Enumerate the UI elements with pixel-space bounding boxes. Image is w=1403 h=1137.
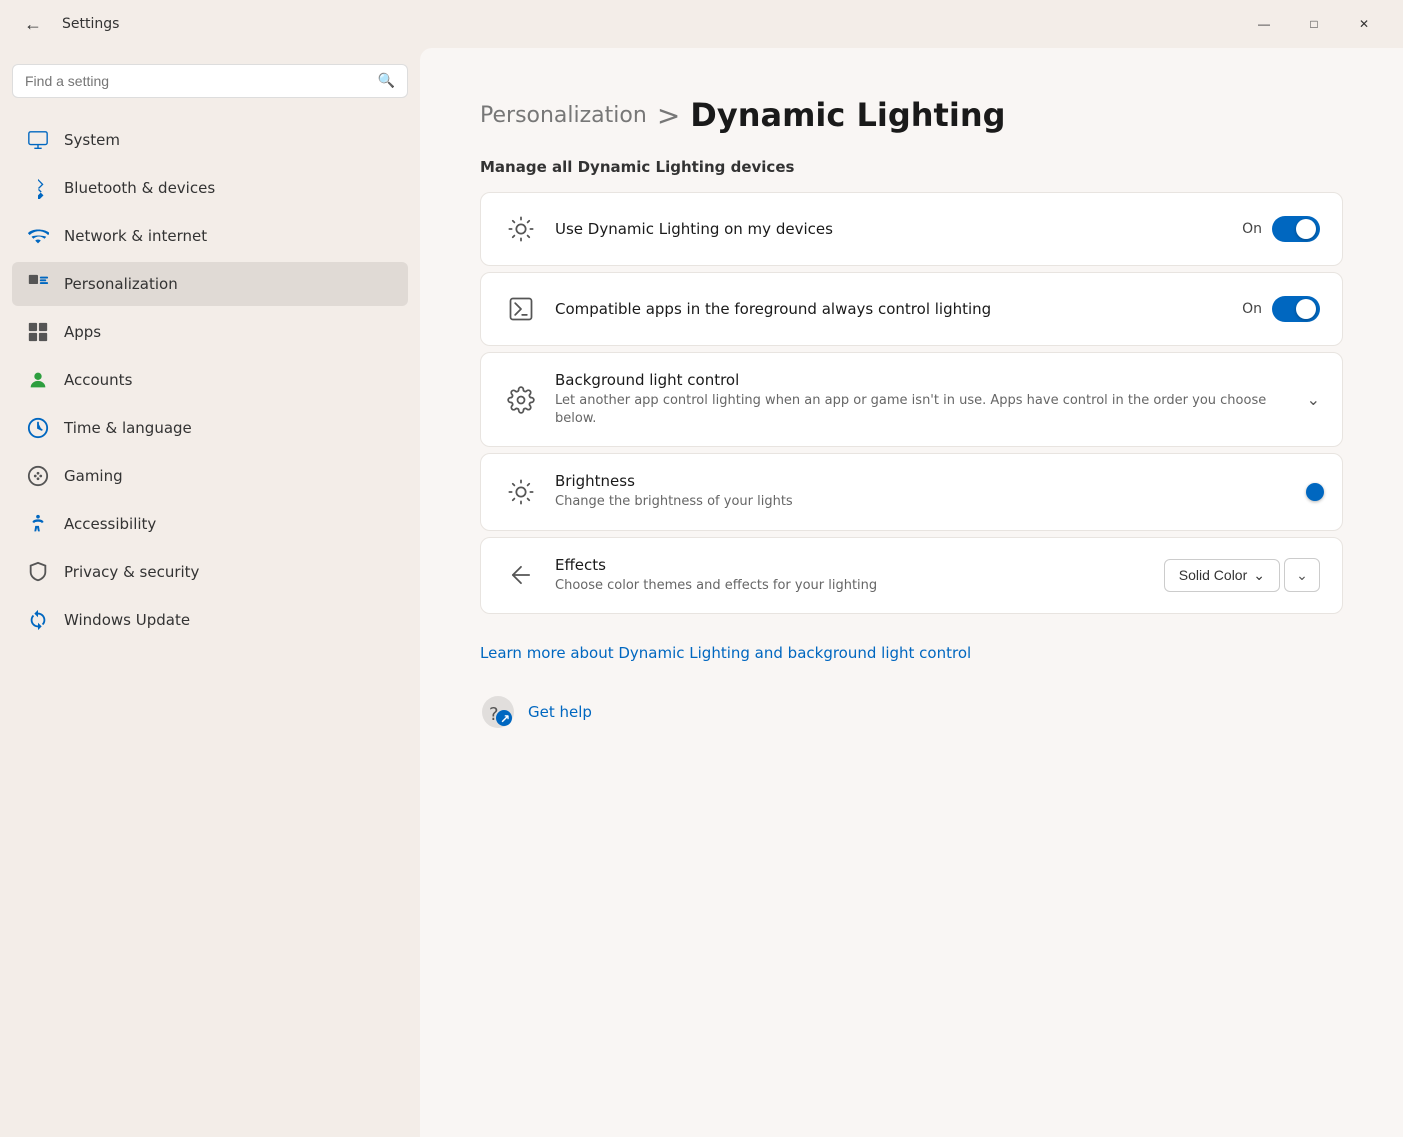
background-control-card: Background light control Let another app… — [480, 352, 1343, 447]
background-control-content: Background light control Let another app… — [555, 371, 1291, 428]
accounts-icon — [26, 368, 50, 392]
sidebar-item-label-accounts: Accounts — [64, 371, 132, 389]
compatible-apps-status: On — [1242, 301, 1262, 317]
compatible-apps-right: On — [1242, 296, 1320, 322]
sidebar-item-label-accessibility: Accessibility — [64, 515, 156, 533]
sidebar-item-system[interactable]: System — [12, 118, 408, 162]
brightness-icon — [503, 474, 539, 510]
brightness-title: Brightness — [555, 472, 1304, 490]
dynamic-lighting-status: On — [1242, 221, 1262, 237]
compatible-apps-content: Compatible apps in the foreground always… — [555, 300, 1226, 318]
compatible-apps-icon — [503, 291, 539, 327]
sidebar-item-label-privacy: Privacy & security — [64, 563, 199, 581]
app-title: Settings — [62, 16, 119, 32]
sidebar-item-label-gaming: Gaming — [64, 467, 123, 485]
content-area: Personalization > Dynamic Lighting Manag… — [420, 48, 1403, 1137]
effects-content: Effects Choose color themes and effects … — [555, 556, 1148, 595]
gaming-icon — [26, 464, 50, 488]
effects-right: Solid Color ⌄ ⌄ — [1164, 558, 1320, 592]
network-icon — [26, 224, 50, 248]
accessibility-icon — [26, 512, 50, 536]
effects-selected-value: Solid Color — [1179, 567, 1247, 583]
sidebar-item-update[interactable]: Windows Update — [12, 598, 408, 642]
maximize-button[interactable]: □ — [1291, 8, 1337, 40]
get-help-section: ? ↗ Get help — [480, 694, 1343, 730]
search-icon: 🔍 — [378, 73, 395, 89]
dynamic-lighting-content: Use Dynamic Lighting on my devices — [555, 220, 1226, 238]
learn-more-link[interactable]: Learn more about Dynamic Lighting and ba… — [480, 644, 971, 662]
effects-desc: Choose color themes and effects for your… — [555, 577, 1148, 595]
brightness-desc: Change the brightness of your lights — [555, 493, 1304, 511]
sidebar-item-accounts[interactable]: Accounts — [12, 358, 408, 402]
sidebar-item-time[interactable]: Time & language — [12, 406, 408, 450]
sidebar-item-label-update: Windows Update — [64, 611, 190, 629]
app-layout: 🔍 System Bluetooth & devices — [0, 48, 1403, 1137]
sidebar-item-network[interactable]: Network & internet — [12, 214, 408, 258]
sidebar: 🔍 System Bluetooth & devices — [0, 48, 420, 1137]
sidebar-item-label-bluetooth: Bluetooth & devices — [64, 179, 215, 197]
section-title: Manage all Dynamic Lighting devices — [480, 158, 1343, 176]
compatible-apps-toggle[interactable] — [1272, 296, 1320, 322]
get-help-link[interactable]: Get help — [528, 703, 592, 721]
sidebar-item-gaming[interactable]: Gaming — [12, 454, 408, 498]
sidebar-item-label-system: System — [64, 131, 120, 149]
effects-icon — [503, 557, 539, 593]
search-box[interactable]: 🔍 — [12, 64, 408, 98]
apps-icon — [26, 320, 50, 344]
minimize-button[interactable]: — — [1241, 8, 1287, 40]
brightness-slider-thumb[interactable] — [1306, 483, 1324, 501]
sidebar-item-apps[interactable]: Apps — [12, 310, 408, 354]
search-input[interactable] — [25, 73, 370, 89]
update-icon — [26, 608, 50, 632]
sidebar-item-label-personalization: Personalization — [64, 275, 178, 293]
get-help-icon: ? ↗ — [480, 694, 516, 730]
sidebar-item-personalization[interactable]: Personalization — [12, 262, 408, 306]
privacy-icon — [26, 560, 50, 584]
breadcrumb-parent: Personalization — [480, 103, 647, 128]
brightness-content: Brightness Change the brightness of your… — [555, 472, 1304, 511]
dynamic-lighting-card: Use Dynamic Lighting on my devices On — [480, 192, 1343, 266]
effects-expand-button[interactable]: ⌄ — [1284, 558, 1320, 592]
sidebar-item-label-time: Time & language — [64, 419, 192, 437]
breadcrumb: Personalization > Dynamic Lighting — [480, 96, 1343, 134]
bluetooth-icon — [26, 176, 50, 200]
dynamic-lighting-right: On — [1242, 216, 1320, 242]
effects-expand-icon: ⌄ — [1296, 567, 1308, 584]
system-icon — [26, 128, 50, 152]
effects-dropdown-chevron-icon: ⌄ — [1253, 567, 1265, 584]
personalization-icon — [26, 272, 50, 296]
sidebar-item-accessibility[interactable]: Accessibility — [12, 502, 408, 546]
compatible-apps-card: Compatible apps in the foreground always… — [480, 272, 1343, 346]
sidebar-item-label-apps: Apps — [64, 323, 101, 341]
svg-text:↗: ↗ — [500, 712, 510, 726]
effects-card: Effects Choose color themes and effects … — [480, 537, 1343, 614]
dynamic-lighting-title: Use Dynamic Lighting on my devices — [555, 220, 1226, 238]
sidebar-item-privacy[interactable]: Privacy & security — [12, 550, 408, 594]
dynamic-lighting-icon — [503, 211, 539, 247]
background-control-right: ⌄ — [1307, 390, 1320, 409]
brightness-card: Brightness Change the brightness of your… — [480, 453, 1343, 530]
background-control-chevron[interactable]: ⌄ — [1307, 390, 1320, 409]
time-icon — [26, 416, 50, 440]
compatible-apps-title: Compatible apps in the foreground always… — [555, 300, 1226, 318]
background-control-icon — [503, 382, 539, 418]
window-controls: — □ ✕ — [1241, 8, 1387, 40]
effects-title: Effects — [555, 556, 1148, 574]
titlebar: ← Settings — □ ✕ — [0, 0, 1403, 48]
breadcrumb-current: Dynamic Lighting — [690, 96, 1005, 134]
background-control-title: Background light control — [555, 371, 1291, 389]
effects-dropdown-button[interactable]: Solid Color ⌄ — [1164, 559, 1280, 592]
back-button[interactable]: ← — [16, 10, 50, 39]
close-button[interactable]: ✕ — [1341, 8, 1387, 40]
breadcrumb-separator: > — [657, 99, 680, 132]
sidebar-item-label-network: Network & internet — [64, 227, 207, 245]
sidebar-item-bluetooth[interactable]: Bluetooth & devices — [12, 166, 408, 210]
background-control-desc: Let another app control lighting when an… — [555, 392, 1291, 428]
dynamic-lighting-toggle[interactable] — [1272, 216, 1320, 242]
